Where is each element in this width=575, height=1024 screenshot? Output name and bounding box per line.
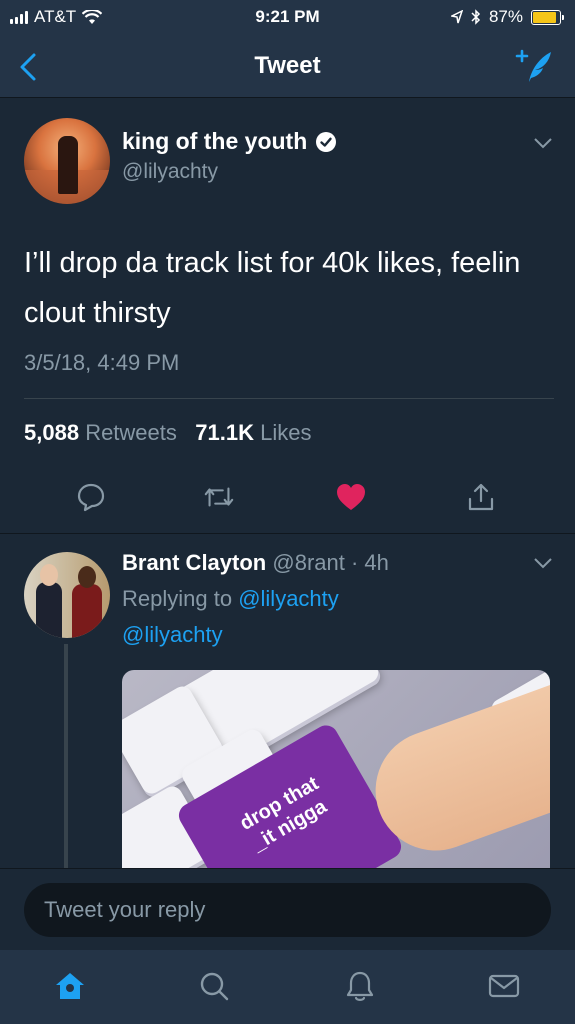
- chevron-down-icon: [534, 558, 552, 569]
- tweet-timestamp: 3/5/18, 4:49 PM: [24, 350, 180, 375]
- home-icon: [56, 973, 84, 999]
- tweet-text: I’ll drop da track list for 40k likes, f…: [24, 247, 521, 329]
- tab-messages[interactable]: [486, 968, 522, 1004]
- user-handle[interactable]: @lilyachty: [122, 160, 218, 184]
- tab-bar: [0, 950, 575, 1024]
- reply-age: · 4h: [350, 550, 389, 575]
- retweets-label[interactable]: Retweets: [85, 420, 177, 445]
- reply-bar: [0, 868, 575, 950]
- battery-fill: [533, 11, 556, 23]
- tweet-menu-button[interactable]: [533, 136, 553, 154]
- reply-text-mention[interactable]: @lilyachty: [122, 622, 223, 648]
- tab-home[interactable]: [52, 968, 88, 1004]
- tweet-stats: 5,088 Retweets 71.1K Likes: [24, 420, 311, 446]
- envelope-icon: [488, 974, 520, 998]
- avatar[interactable]: [24, 552, 110, 638]
- bluetooth-icon: [471, 9, 481, 25]
- tweet-actions: [0, 480, 575, 520]
- display-name[interactable]: king of the youth: [122, 128, 307, 155]
- like-button[interactable]: [334, 480, 368, 514]
- avatar[interactable]: [24, 118, 110, 204]
- page-title: Tweet: [254, 52, 321, 79]
- reply-handle[interactable]: @8rant: [272, 550, 344, 575]
- compose-tweet-icon: [515, 49, 551, 82]
- location-arrow-icon: [450, 10, 463, 24]
- share-button[interactable]: [464, 480, 498, 514]
- retweet-icon: [204, 487, 234, 507]
- chevron-down-icon: [534, 138, 552, 149]
- retweet-button[interactable]: [202, 480, 236, 514]
- heart-icon: [337, 484, 365, 510]
- nav-bar: Tweet: [0, 36, 575, 98]
- tab-search[interactable]: [196, 968, 232, 1004]
- replying-prefix: Replying to: [122, 586, 233, 611]
- share-icon: [468, 483, 494, 511]
- reply-button[interactable]: [74, 480, 108, 514]
- divider: [0, 533, 575, 534]
- verified-badge-icon: [316, 131, 337, 152]
- compose-button[interactable]: [515, 48, 553, 89]
- retweets-count[interactable]: 5,088: [24, 420, 79, 445]
- battery-percent: 87%: [488, 7, 523, 26]
- tab-notifications[interactable]: [342, 968, 378, 1004]
- reply-display-name[interactable]: Brant Clayton: [122, 550, 266, 575]
- status-bar: AT&T 9:21 PM 87%: [0, 0, 575, 36]
- replying-handle-link[interactable]: @lilyachty: [238, 586, 339, 611]
- likes-label[interactable]: Likes: [260, 420, 311, 445]
- replying-to: Replying to @lilyachty: [122, 586, 339, 612]
- reply-input[interactable]: [24, 883, 551, 937]
- thread-line: [64, 644, 68, 874]
- likes-count[interactable]: 71.1K: [195, 420, 254, 445]
- reply-menu-button[interactable]: [533, 556, 553, 574]
- reply-icon: [77, 483, 105, 512]
- reply-media-image[interactable]: drop that _it nigga: [122, 670, 550, 880]
- bell-icon: [346, 971, 374, 1001]
- battery-icon: [531, 9, 564, 25]
- search-icon: [200, 972, 229, 1001]
- divider: [24, 398, 554, 399]
